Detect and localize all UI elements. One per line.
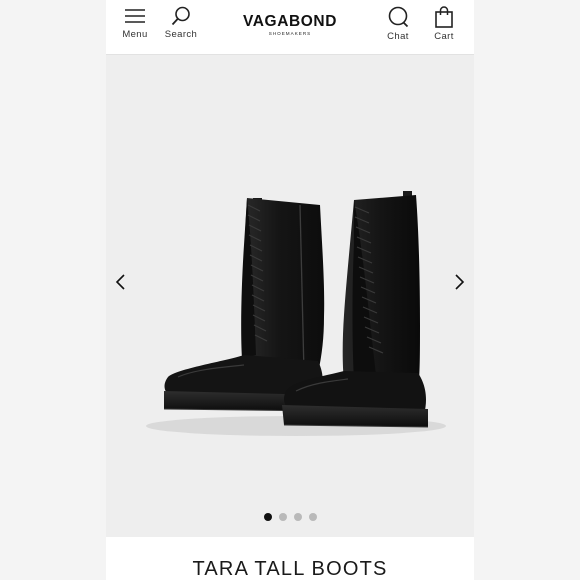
menu-label: Menu [122,29,148,40]
product-image-carousel[interactable] [106,55,474,537]
carousel-dot-3[interactable] [293,513,302,521]
cart-label: Cart [434,31,454,42]
hamburger-icon [125,9,145,23]
search-button[interactable]: Search [154,6,208,48]
previous-image-button[interactable] [109,267,131,297]
product-info: TARA TALL BOOTS [106,537,474,580]
brand-name: VAGABOND [242,13,338,30]
chat-label: Chat [387,31,409,42]
carousel-dot-2[interactable] [278,513,287,521]
chevron-right-icon [455,274,465,290]
search-icon [171,6,190,26]
search-label: Search [164,29,198,40]
brand-logo[interactable]: VAGABOND SHOEMAKERS [231,13,349,37]
top-header: Menu Search VAGABOND SHOEMAKERS Chat Car… [106,0,474,55]
brand-subtitle: SHOEMAKERS [268,31,312,36]
chat-icon [388,6,409,28]
product-image [146,191,446,436]
app-screen: Menu Search VAGABOND SHOEMAKERS Chat Car… [106,0,474,580]
carousel-dot-1[interactable] [263,513,272,521]
product-title: TARA TALL BOOTS [192,558,388,580]
chevron-left-icon [115,274,125,290]
carousel-indicator [106,513,474,521]
next-image-button[interactable] [449,267,471,297]
cart-button[interactable]: Cart [417,6,471,48]
shopping-bag-icon [435,6,453,28]
left-boot [163,198,325,412]
carousel-dot-4[interactable] [308,513,317,521]
